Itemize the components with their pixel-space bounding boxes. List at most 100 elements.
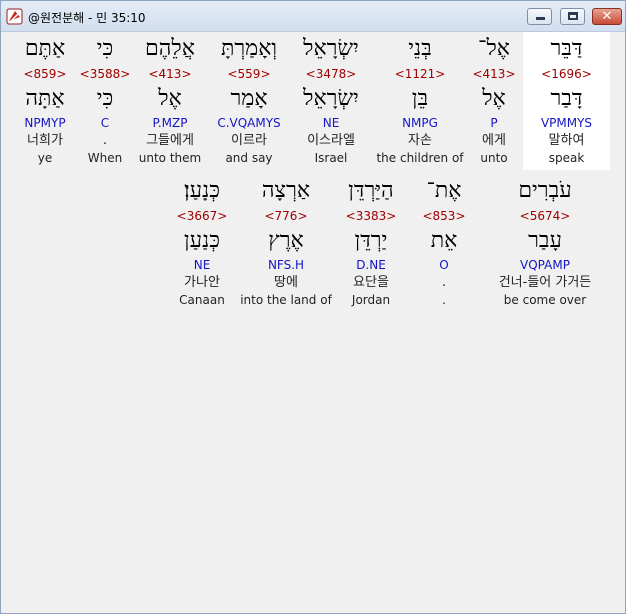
korean-gloss: 에게 <box>482 133 506 148</box>
parse-code: NE <box>322 116 340 130</box>
parse-code: C.VQAMYS <box>217 116 281 130</box>
word-analysis-area: אַתֶּם <859> אַתָּה NPMYP 너희가 ye כִּי <3… <box>1 32 625 613</box>
hebrew-word: דַּבֵּר <box>550 36 583 61</box>
close-icon: ✕ <box>601 9 613 24</box>
word-cell[interactable]: עֹבְרִים <5674> עָבַר VQPAMP 건너-들어 가거든 b… <box>481 176 609 309</box>
english-gloss: be come over <box>503 293 587 307</box>
english-gloss: unto <box>480 151 508 165</box>
english-gloss: speak <box>548 151 585 165</box>
parse-code: D.NE <box>356 258 386 272</box>
strongs-number[interactable]: <853> <box>415 206 473 226</box>
parse-code: NFS.H <box>267 258 305 272</box>
korean-gloss: 그들에게 <box>146 133 194 148</box>
korean-gloss: 땅에 <box>274 275 298 290</box>
korean-gloss: 가나안 <box>184 275 220 290</box>
strongs-number[interactable]: <413> <box>469 64 519 84</box>
hebrew-word: יִשְׂרָאֵל <box>303 36 359 61</box>
korean-gloss: . <box>441 275 447 290</box>
korean-gloss: 말하여 <box>548 133 585 148</box>
hebrew-word: אֲלֵהֶם <box>145 36 195 61</box>
strongs-number[interactable]: <413> <box>136 64 204 84</box>
lemma-word: אֶרֶץ <box>268 228 304 253</box>
word-cell[interactable]: אֲלֵהֶם <413> אֶל P.MZP 그들에게 unto them <box>136 34 204 167</box>
word-cell[interactable]: בְּנֵי <1121> בֵּן NMPG 자손 the children … <box>375 34 465 167</box>
lemma-word: אֶל <box>482 86 506 111</box>
hebrew-word: אַתֶּם <box>24 36 66 61</box>
hebrew-word: בְּנֵי <box>408 36 432 61</box>
strongs-number[interactable]: <1121> <box>375 64 465 84</box>
parse-code: NE <box>193 258 211 272</box>
strongs-number[interactable]: <3383> <box>337 206 405 226</box>
english-gloss: Jordan <box>351 293 391 307</box>
window-title: @원전분해 - 민 35:10 <box>28 11 146 25</box>
korean-gloss: 이스라엘 <box>307 133 355 148</box>
hebrew-word: כִּי <box>96 36 114 61</box>
strongs-number[interactable]: <3478> <box>293 64 369 84</box>
lemma-word: דָּבַר <box>550 86 583 111</box>
strongs-number[interactable]: <3667> <box>171 206 233 226</box>
word-cell-selected[interactable]: דַּבֵּר <1696> דָּבַר VPMMYS 말하여 speak <box>523 32 610 170</box>
word-cell[interactable]: הַיַּרְדֵּן <3383> יַרְדֵּן D.NE 요단을 Jor… <box>337 176 405 309</box>
parse-code: VQPAMP <box>520 258 570 272</box>
lemma-word: אַתָּה <box>25 86 65 111</box>
lemma-word: אֶל <box>158 86 182 111</box>
word-cell[interactable]: אַרְצָה <776> אֶרֶץ NFS.H 땅에 into the la… <box>239 176 333 309</box>
lemma-word: יַרְדֵּן <box>354 228 388 253</box>
word-cell[interactable]: יִשְׂרָאֵל <3478> יִשְׂרָאֵל NE 이스라엘 Isr… <box>293 34 369 167</box>
strongs-number[interactable]: <3588> <box>79 64 131 84</box>
word-cell[interactable]: וְאָמַרְתָּ <559> אָמַר C.VQAMYS 이르라 and… <box>209 34 289 167</box>
close-button[interactable]: ✕ <box>592 8 622 25</box>
app-logo-icon[interactable] <box>6 8 23 25</box>
english-gloss: . <box>442 293 446 307</box>
strongs-number[interactable]: <859> <box>13 64 77 84</box>
parse-code: P <box>490 116 498 130</box>
word-cell[interactable]: כְּנָעַן׃ <3667> כְּנַעַן NE 가나안 Canaan <box>171 176 233 309</box>
korean-gloss: 건너-들어 가거든 <box>498 275 592 290</box>
maximize-icon <box>568 12 578 20</box>
title-bar[interactable]: @원전분해 - 민 35:10 ✕ <box>1 1 625 32</box>
strongs-number[interactable]: <559> <box>209 64 289 84</box>
korean-gloss: 이르라 <box>231 133 267 148</box>
lemma-word: כְּנַעַן <box>184 228 220 253</box>
lemma-word: יִשְׂרָאֵל <box>303 86 359 111</box>
english-gloss: into the land of <box>240 293 332 307</box>
word-cell[interactable]: אֶל־ <413> אֶל P 에게 unto <box>469 34 519 167</box>
korean-gloss: . <box>102 133 108 148</box>
english-gloss: the children of <box>376 151 464 165</box>
english-gloss: Israel <box>314 151 348 165</box>
lemma-word: בֵּן <box>411 86 429 111</box>
korean-gloss: 요단을 <box>353 275 389 290</box>
strongs-number[interactable]: <5674> <box>481 206 609 226</box>
english-gloss: When <box>87 151 123 165</box>
lemma-word: אֵת <box>430 228 458 253</box>
hebrew-word: עֹבְרִים <box>518 178 572 203</box>
parse-code: NPMYP <box>24 116 66 130</box>
word-cell[interactable]: כִּי <3588> כִּי C . When <box>79 34 131 167</box>
minimize-button[interactable] <box>527 8 552 25</box>
english-gloss: ye <box>37 151 53 165</box>
hebrew-word: אֶת־ <box>426 178 462 203</box>
lemma-word: עָבַר <box>528 228 562 253</box>
strongs-number[interactable]: <1696> <box>523 64 610 84</box>
english-gloss: and say <box>225 151 273 165</box>
lemma-word: אָמַר <box>230 86 268 111</box>
hebrew-word: אֶל־ <box>478 36 510 61</box>
app-window: @원전분해 - 민 35:10 ✕ אַתֶּם <859> אַתָּה NP… <box>0 0 626 614</box>
parse-code: C <box>100 116 110 130</box>
parse-code: O <box>439 258 449 272</box>
english-gloss: unto them <box>138 151 202 165</box>
word-cell[interactable]: אַתֶּם <859> אַתָּה NPMYP 너희가 ye <box>13 34 77 167</box>
parse-code: NMPG <box>402 116 438 130</box>
parse-code: P.MZP <box>152 116 188 130</box>
word-cell[interactable]: אֶת־ <853> אֵת O . . <box>415 176 473 309</box>
hebrew-word: כְּנָעַן׃ <box>184 178 220 203</box>
hebrew-word: אַרְצָה <box>261 178 311 203</box>
korean-gloss: 너희가 <box>27 133 63 148</box>
hebrew-word: וְאָמַרְתָּ <box>220 36 278 61</box>
minimize-icon <box>536 17 545 20</box>
parse-code: VPMMYS <box>540 116 593 130</box>
maximize-button[interactable] <box>560 8 585 25</box>
hebrew-word: הַיַּרְדֵּן <box>348 178 394 203</box>
strongs-number[interactable]: <776> <box>239 206 333 226</box>
english-gloss: Canaan <box>179 293 225 307</box>
